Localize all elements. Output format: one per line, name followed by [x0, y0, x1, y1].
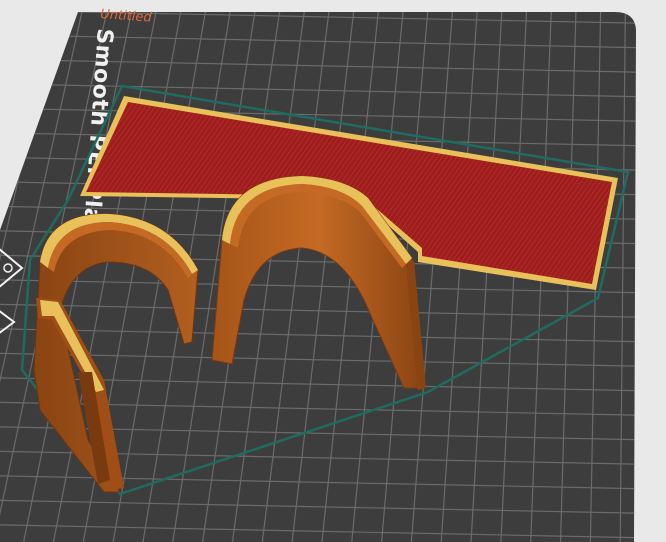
3d-viewport[interactable]: Untitled Smooth PEI Plate [0, 0, 666, 542]
